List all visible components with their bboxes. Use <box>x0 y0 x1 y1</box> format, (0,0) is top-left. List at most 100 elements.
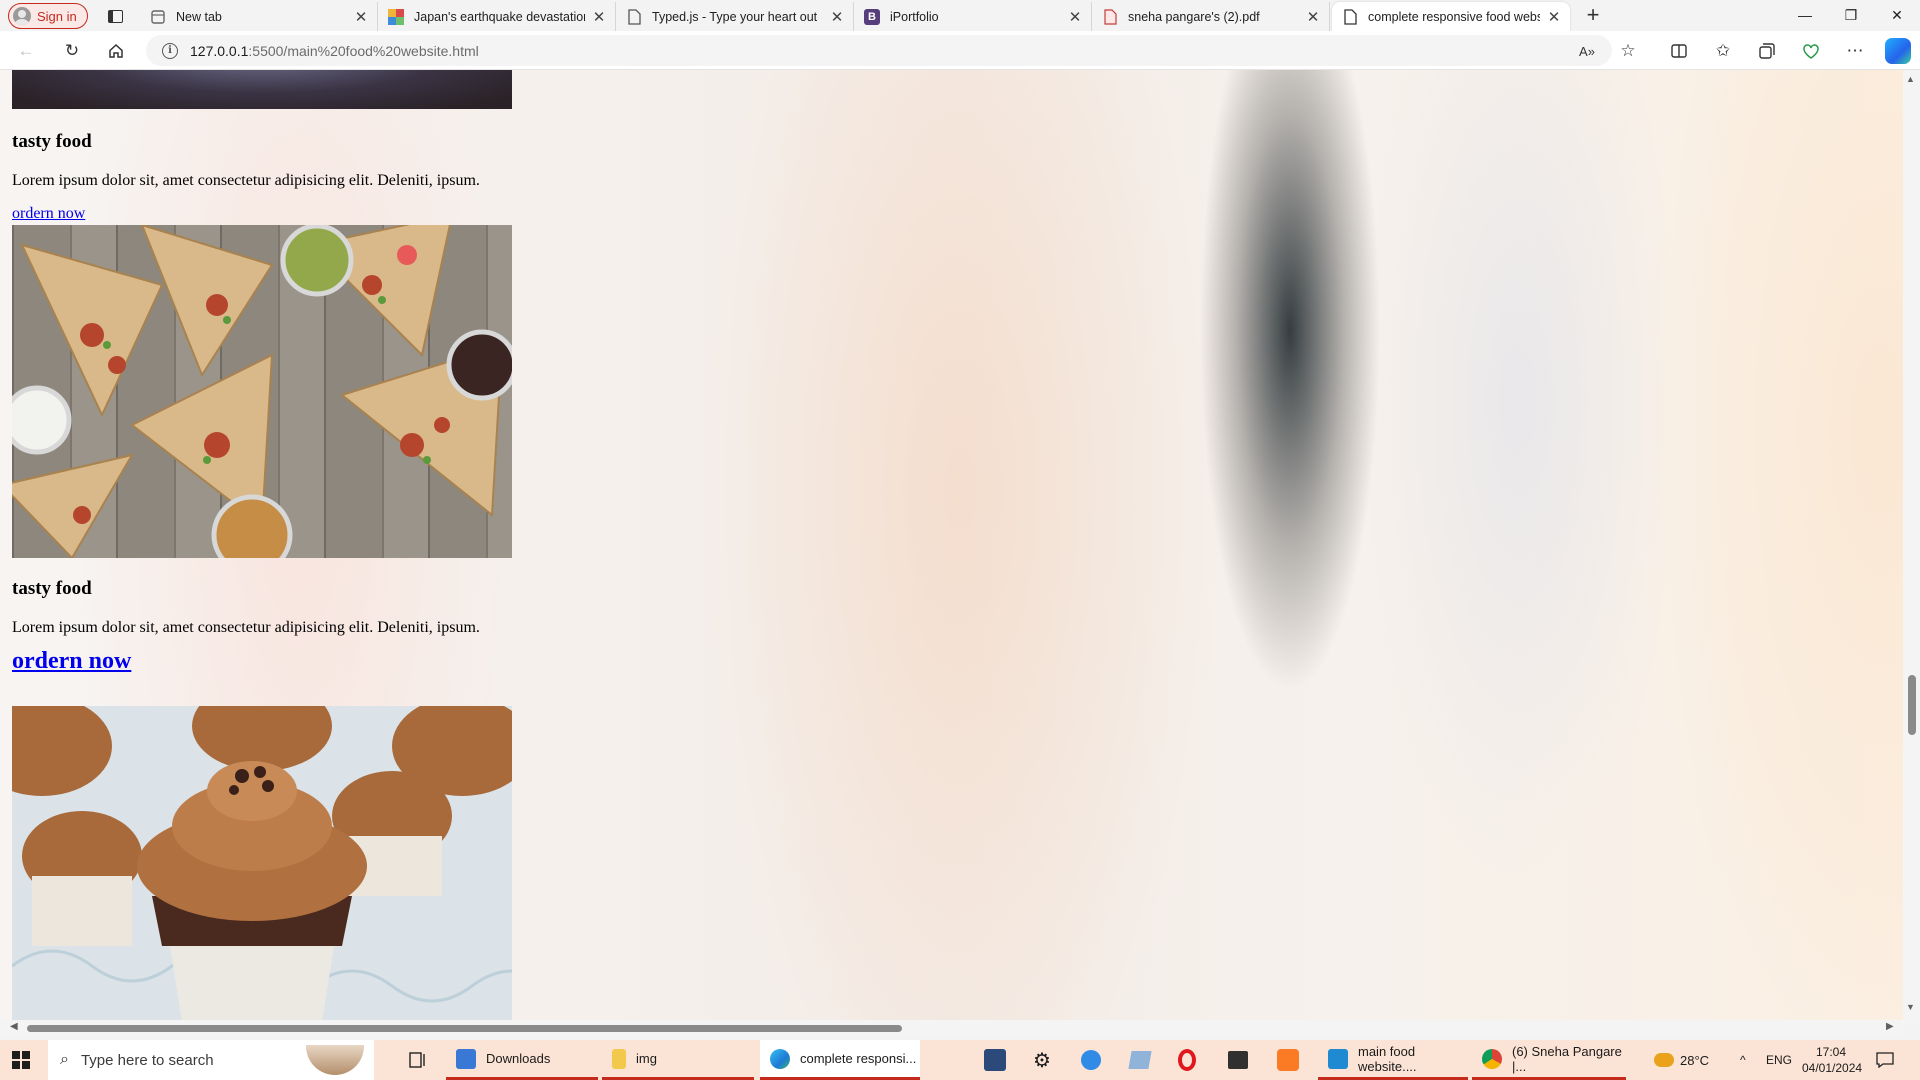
close-tab-icon[interactable]: ✕ <box>353 8 369 26</box>
order-now-link[interactable]: ordern now <box>12 648 131 675</box>
site-info-icon[interactable]: i <box>162 42 178 59</box>
edge-icon <box>770 1048 790 1069</box>
close-tab-icon[interactable]: ✕ <box>1305 8 1321 26</box>
scroll-right-icon[interactable]: ▶ <box>1886 1021 1894 1032</box>
tab-pdf[interactable]: sneha pangare's (2).pdf ✕ <box>1092 2 1330 31</box>
safari-style-icon[interactable] <box>1081 1040 1101 1080</box>
order-now-link[interactable]: ordern now <box>12 205 85 223</box>
weather-widget[interactable]: 28°C <box>1654 1040 1709 1080</box>
weather-icon <box>1654 1053 1674 1067</box>
address-bar[interactable]: i 127.0.0.1:5500/main%20food%20website.h… <box>146 35 1612 66</box>
horizontal-scroll-thumb[interactable] <box>27 1025 902 1032</box>
scroll-left-icon[interactable]: ◀ <box>10 1021 18 1032</box>
xampp-icon[interactable] <box>1277 1040 1299 1080</box>
restore-icon[interactable]: ❐ <box>1828 0 1874 31</box>
vertical-scroll-thumb[interactable] <box>1908 675 1916 735</box>
card-text: Lorem ipsum dolor sit, amet consectetur … <box>12 172 480 189</box>
snipping-tool-icon[interactable] <box>984 1040 1006 1080</box>
favorite-star-icon[interactable]: ☆ <box>1614 37 1642 65</box>
settings-more-icon[interactable]: ⋯ <box>1841 37 1869 65</box>
taskbar-app-label: Downloads <box>486 1051 551 1066</box>
card-title: tasty food <box>12 131 92 152</box>
tab-typed-js[interactable]: Typed.js - Type your heart out ✕ <box>616 2 854 31</box>
tab-title: Japan's earthquake devastation c <box>414 9 585 24</box>
wraps-photo <box>12 225 512 558</box>
tab-new-tab[interactable]: New tab ✕ <box>140 2 378 31</box>
close-window-icon[interactable]: ✕ <box>1874 0 1920 31</box>
card-text: Lorem ipsum dolor sit, amet consectetur … <box>12 619 480 636</box>
tab-news[interactable]: Japan's earthquake devastation c ✕ <box>378 2 616 31</box>
opera-icon[interactable] <box>1178 1040 1196 1080</box>
page-icon <box>150 9 166 25</box>
horizontal-scrollbar[interactable]: ◀ ▶ <box>0 1020 1903 1035</box>
taskbar-search-box[interactable]: ⌕ Type here to search <box>48 1040 374 1080</box>
minimize-icon[interactable]: — <box>1782 0 1828 31</box>
clock-time: 17:04 <box>1815 1045 1847 1059</box>
news-favicon <box>388 8 404 25</box>
notifications-icon[interactable] <box>1876 1040 1894 1080</box>
tab-iportfolio[interactable]: B iPortfolio ✕ <box>854 2 1092 31</box>
browser-essentials-icon[interactable] <box>1797 37 1825 65</box>
home-icon[interactable] <box>102 37 130 65</box>
favorites-icon[interactable]: ✩ <box>1709 37 1737 65</box>
previous-food-image <box>12 70 512 109</box>
tab-strip: Sign in New tab ✕ Japan's earthquake dev… <box>0 0 1920 31</box>
back-icon[interactable]: ← <box>12 37 40 65</box>
profile-button[interactable]: Sign in <box>8 3 88 29</box>
taskbar-app-chrome[interactable]: (6) Sneha Pangare |... <box>1472 1040 1626 1080</box>
refresh-icon[interactable]: ↻ <box>58 37 86 65</box>
taskbar-app-label: complete responsi... <box>800 1051 917 1066</box>
close-tab-icon[interactable]: ✕ <box>829 8 845 26</box>
taskbar-app-img-folder[interactable]: img <box>602 1040 754 1080</box>
split-screen-icon[interactable] <box>1665 37 1693 65</box>
task-view-icon[interactable] <box>406 1040 430 1080</box>
chrome-icon <box>1482 1048 1502 1069</box>
input-language[interactable]: ENG <box>1766 1040 1792 1080</box>
weather-temp: 28°C <box>1680 1052 1710 1068</box>
tab-food-website[interactable]: complete responsive food websi ✕ <box>1332 2 1570 31</box>
copilot-icon[interactable] <box>1885 38 1911 64</box>
search-highlight-image <box>306 1045 364 1075</box>
close-tab-icon[interactable]: ✕ <box>1067 8 1083 26</box>
close-tab-icon[interactable]: ✕ <box>591 8 607 26</box>
tab-title: Typed.js - Type your heart out <box>652 9 818 24</box>
tab-title: complete responsive food websi <box>1368 9 1540 24</box>
taskbar-app-edge[interactable]: complete responsi... <box>760 1040 920 1080</box>
taskbar-clock[interactable]: 17:04 04/01/2024 <box>1802 1044 1863 1076</box>
url-host: 127.0.0.1 <box>190 42 249 59</box>
downloads-folder-icon <box>456 1048 476 1069</box>
scroll-down-icon[interactable]: ▼ <box>1906 1002 1915 1012</box>
collections-icon[interactable] <box>1753 37 1781 65</box>
windows-taskbar: ⌕ Type here to search Downloads img comp… <box>0 1040 1920 1080</box>
tab-title: sneha pangare's (2).pdf <box>1128 9 1260 24</box>
clock-date: 04/01/2024 <box>1802 1061 1863 1075</box>
url-path: :5500/main%20food%20website.html <box>248 42 479 59</box>
file-app-icon[interactable] <box>1128 1040 1152 1080</box>
store-icon[interactable] <box>1228 1040 1248 1080</box>
new-tab-button[interactable]: + <box>1580 3 1606 29</box>
taskbar-app-vscode[interactable]: main food website.... <box>1318 1040 1468 1080</box>
search-placeholder: Type here to search <box>80 1051 214 1069</box>
scroll-up-icon[interactable]: ▲ <box>1906 74 1915 84</box>
page-icon <box>626 8 642 25</box>
windows-start-icon[interactable] <box>12 1051 30 1069</box>
taskbar-app-label: (6) Sneha Pangare |... <box>1512 1043 1622 1074</box>
folder-icon <box>612 1048 626 1069</box>
read-aloud-icon[interactable]: A» <box>1573 37 1601 65</box>
cupcakes-photo <box>12 706 512 1022</box>
tab-actions-icon[interactable] <box>104 5 126 27</box>
page-icon <box>1342 8 1358 25</box>
taskbar-app-label: img <box>636 1051 657 1066</box>
taskbar-app-downloads[interactable]: Downloads <box>446 1040 598 1080</box>
browser-toolbar: ← ↻ i 127.0.0.1:5500/main%20food%20websi… <box>0 31 1920 70</box>
close-tab-icon[interactable]: ✕ <box>1546 8 1562 26</box>
vscode-icon <box>1328 1048 1348 1069</box>
settings-gear-icon[interactable]: ⚙ <box>1033 1040 1051 1080</box>
taskbar-app-label: main food website.... <box>1358 1043 1417 1074</box>
show-hidden-icons-chevron-icon[interactable]: ^ <box>1740 1040 1746 1080</box>
pdf-icon <box>1102 8 1118 25</box>
bootstrap-favicon: B <box>864 8 880 25</box>
card-title: tasty food <box>12 578 92 599</box>
vertical-scrollbar[interactable]: ▲ ▼ <box>1903 70 1920 1024</box>
search-icon: ⌕ <box>60 1051 69 1068</box>
